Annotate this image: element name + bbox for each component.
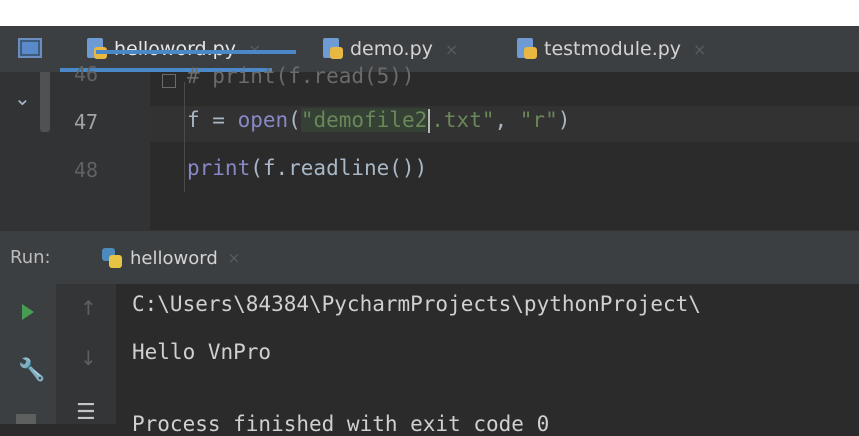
up-arrow-icon[interactable]: ↑ — [80, 296, 97, 320]
python-file-icon — [322, 38, 344, 60]
python-icon — [102, 248, 122, 268]
toolbar-button[interactable] — [16, 414, 36, 424]
run-label: Run: — [10, 247, 51, 268]
down-arrow-icon[interactable]: ↓ — [80, 346, 97, 370]
top-strip — [0, 0, 859, 26]
close-icon[interactable]: × — [445, 40, 458, 59]
fold-icon[interactable] — [162, 74, 176, 88]
line-number: 48 — [74, 158, 99, 182]
tab-label: testmodule.py — [544, 38, 682, 60]
code-line-46: # print(f.read(5)) — [187, 64, 415, 88]
text-cursor — [428, 109, 431, 133]
chevron-down-icon[interactable]: ⌄ — [14, 86, 31, 110]
run-console[interactable]: 🔧 ↑ ↓ ☰ C:\Users\84384\PycharmProjects\p… — [0, 284, 859, 436]
indent-guide — [184, 82, 185, 192]
tab-testmodule[interactable]: testmodule.py × — [516, 26, 706, 72]
tab-label: helloword.py — [114, 38, 236, 60]
wrench-icon[interactable]: 🔧 — [18, 358, 45, 383]
line-number: 46 — [74, 62, 99, 86]
code-line-47: f = open("demofile2 .txt", "r") — [187, 108, 571, 133]
close-icon[interactable]: × — [228, 249, 241, 267]
console-output-line: Hello VnPro — [132, 340, 272, 364]
run-config-label: helloword — [130, 247, 218, 269]
code-line-48: print(f.readline()) — [187, 156, 428, 180]
close-icon[interactable]: × — [693, 40, 706, 59]
code-editor[interactable]: ⌄ 46 47 48 # print(f.read(5)) f = open("… — [0, 62, 859, 230]
python-file-icon — [516, 38, 538, 60]
run-config-tab[interactable]: helloword × — [102, 231, 240, 285]
scroll-thumb[interactable] — [40, 72, 50, 132]
run-icon[interactable] — [22, 304, 34, 320]
close-icon[interactable]: × — [248, 40, 261, 59]
python-file-icon — [86, 38, 108, 60]
active-run-tab-indicator — [96, 50, 296, 54]
console-output-line: C:\Users\84384\PycharmProjects\pythonPro… — [132, 292, 701, 316]
soft-wrap-icon[interactable]: ☰ — [76, 400, 96, 425]
run-tool-window-header: Run: helloword × — [0, 230, 859, 285]
line-number: 47 — [74, 110, 99, 134]
console-output-line: Process finished with exit code 0 — [132, 412, 550, 436]
tab-label: demo.py — [350, 38, 433, 60]
project-view-icon[interactable] — [18, 38, 42, 58]
